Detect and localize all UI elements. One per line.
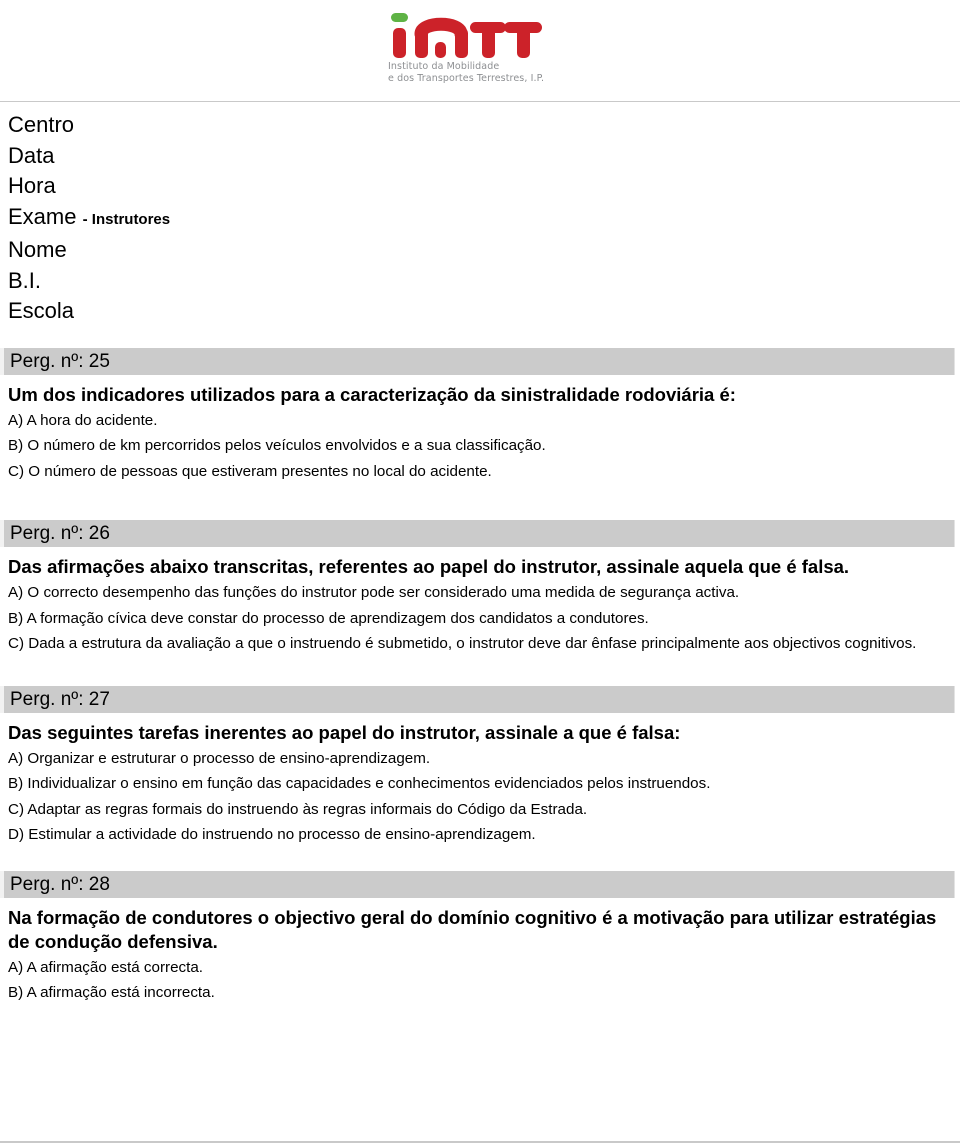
meta-bi: B.I. [8,267,42,293]
question-number-label: Perg. nº: 25 [10,350,110,372]
question-block: Perg. nº: 27 Das seguintes tarefas inere… [0,685,960,871]
exam-meta-block: Centro Data Hora Exame - Instrutores Nom… [0,102,960,327]
meta-exame: Exame - Instrutores [8,202,960,236]
header-divider [0,101,960,102]
question-text: Na formação de condutores o objectivo ge… [8,906,937,952]
meta-nome: Nome [8,237,67,262]
question-number-label: Perg. nº: 26 [10,523,110,544]
imtt-logo: Instituto da Mobilidade e dos Transporte… [388,8,588,84]
meta-hora: Hora [8,173,56,198]
question-header: Perg. nº: 26 [0,520,955,547]
question-body: Na formação de condutores o objectivo ge… [0,898,960,1005]
questions-list: Perg. nº: 25 Um dos indicadores utilizad… [0,347,960,1005]
question-options: A) Organizar e estruturar o processo de … [8,748,952,847]
question-spacer [0,850,960,871]
question-block: Perg. nº: 25 Um dos indicadores utilizad… [0,347,960,521]
option-item[interactable]: A) O correcto desempenho das funções do … [8,582,952,605]
meta-data: Data [8,142,55,168]
question-spacer [0,659,960,686]
question-body: Das seguintes tarefas inerentes ao papel… [0,713,960,847]
question-text: Das seguintes tarefas inerentes ao papel… [8,721,681,743]
imtt-wordmark-icon [391,13,542,58]
option-item[interactable]: B) O número de km percorridos pelos veíc… [8,435,952,458]
question-text: Um dos indicadores utilizados para a car… [8,383,736,405]
question-header: Perg. nº: 25 [0,347,955,375]
meta-centro: Centro [8,112,75,137]
logo-subtitle: Instituto da Mobilidade e dos Transporte… [388,61,545,84]
question-number-label: Perg. nº: 28 [10,873,110,895]
meta-escola: Escola [8,298,75,323]
question-header: Perg. nº: 27 [0,685,955,713]
option-item[interactable]: A) A hora do acidente. [8,410,952,433]
question-body: Das afirmações abaixo transcritas, refer… [0,547,960,656]
option-item[interactable]: A) A afirmação está correcta. [8,957,952,980]
question-options: A) A afirmação está correcta. B) A afirm… [8,957,952,1005]
question-block: Perg. nº: 26 Das afirmações abaixo trans… [0,520,960,686]
option-item[interactable]: C) Adaptar as regras formais do instruen… [8,799,952,822]
meta-exame-label: Exame [8,203,77,229]
option-item[interactable]: D) Estimular a actividade do instruendo … [8,824,952,847]
option-item[interactable]: A) Organizar e estruturar o processo de … [8,748,952,771]
document-header: Instituto da Mobilidade e dos Transporte… [0,0,960,102]
meta-exame-suffix: - Instrutores [82,210,171,228]
question-block: Perg. nº: 28 Na formação de condutores o… [0,870,960,1005]
question-body: Um dos indicadores utilizados para a car… [0,375,960,484]
question-spacer [0,486,960,520]
option-item[interactable]: C) O número de pessoas que estiveram pre… [8,461,952,484]
footer-divider [0,1141,960,1143]
question-number-label: Perg. nº: 27 [10,688,110,710]
question-options: A) O correcto desempenho das funções do … [8,582,952,656]
option-item[interactable]: B) A formação cívica deve constar do pro… [8,608,952,631]
option-item[interactable]: B) Individualizar o ensino em função das… [8,773,952,796]
option-item[interactable]: C) Dada a estrutura da avaliação a que o… [8,633,952,656]
question-text: Das afirmações abaixo transcritas, refer… [8,556,850,577]
option-item[interactable]: B) A afirmação está incorrecta. [8,982,952,1005]
question-header: Perg. nº: 28 [0,870,955,898]
question-options: A) A hora do acidente. B) O número de km… [8,410,952,484]
